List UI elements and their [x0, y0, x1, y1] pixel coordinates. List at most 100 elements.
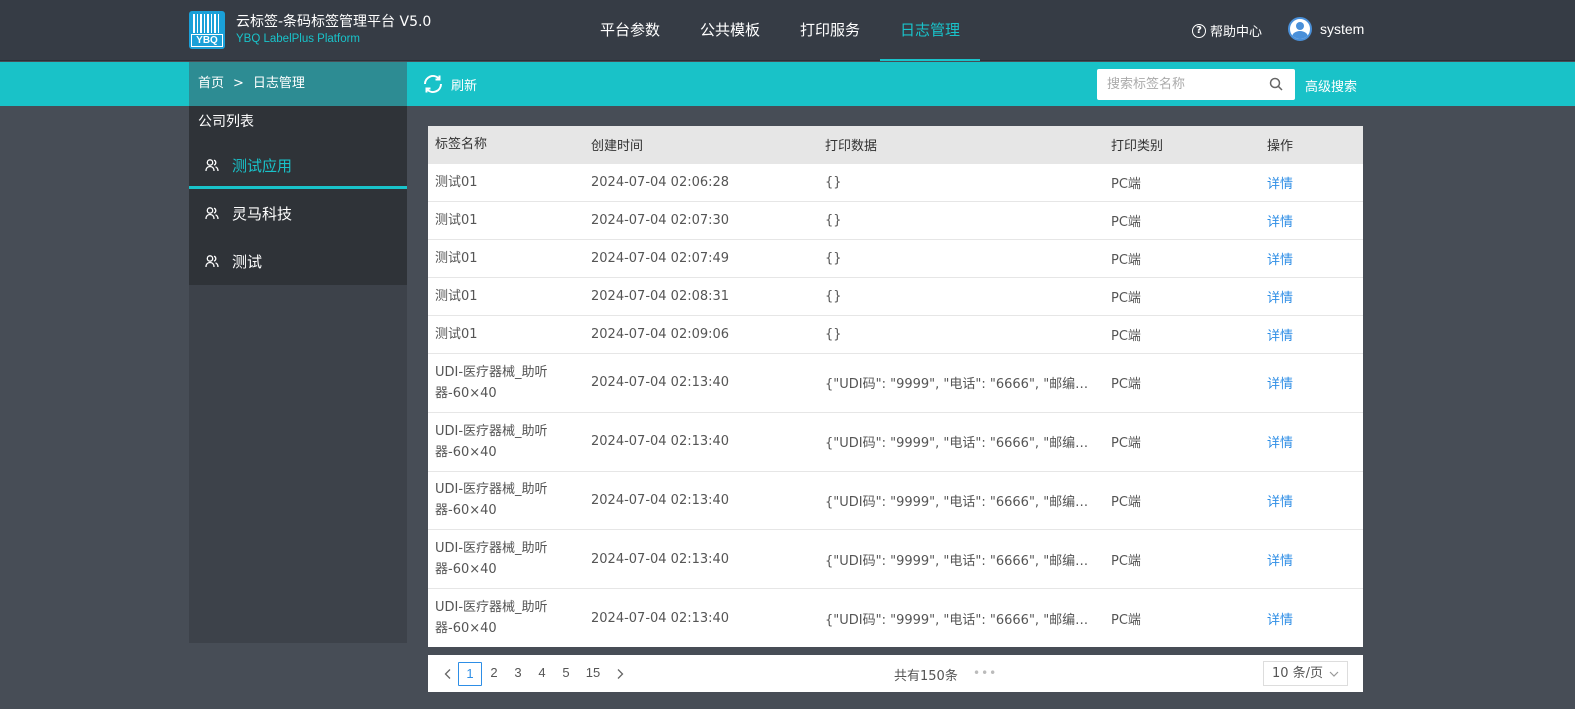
total-count: 共有150条	[894, 669, 958, 684]
users-icon	[205, 255, 219, 268]
details-link[interactable]: 详情	[1267, 291, 1293, 306]
nav-print-service[interactable]: 打印服务	[780, 0, 880, 61]
column-header-label-name: 标签名称	[435, 137, 488, 152]
cell-print-type: PC端	[1111, 377, 1141, 393]
users-icon	[205, 207, 219, 220]
cell-created-time: 2024-07-04 02:08:31	[591, 289, 730, 304]
cell-print-data: {"UDI码": "9999", "电话": "6666", "邮编": "5.…	[825, 494, 1104, 510]
cell-print-data: {"UDI码": "9999", "电话": "6666", "邮编": "5.…	[825, 436, 1104, 452]
cell-created-time: 2024-07-04 02:13:40	[591, 375, 730, 391]
page-button-15[interactable]: 15	[578, 662, 608, 686]
cell-created-time: 2024-07-04 02:13:40	[591, 610, 730, 626]
column-header-actions: 操作	[1267, 139, 1294, 154]
sidebar-item-test-app[interactable]: 测试应用	[189, 141, 407, 189]
cell-label-name: UDI-医疗器械_助听器-60×40	[435, 541, 548, 578]
username: system	[1320, 21, 1365, 37]
user-menu[interactable]: system	[1288, 17, 1364, 41]
page-button-1[interactable]: 1	[458, 661, 482, 686]
refresh-button[interactable]: 刷新	[421, 72, 477, 96]
search-box	[1097, 69, 1295, 100]
page-button-5[interactable]: 5	[554, 662, 578, 686]
company-sidebar: 公司列表 测试应用 灵马科技 测试	[189, 106, 407, 643]
prev-page-icon[interactable]	[442, 668, 454, 680]
more-pages-icon[interactable]: •••	[973, 666, 997, 680]
log-table: 标签名称 创建时间 打印数据 打印类别 操作 测试01 2024-07-04 0…	[428, 126, 1363, 647]
barcode-graphic	[193, 14, 221, 33]
cell-print-data: {}	[825, 327, 842, 342]
cell-print-type: PC端	[1111, 612, 1141, 628]
cell-created-time: 2024-07-04 02:07:49	[591, 251, 730, 266]
table-row: 测试01 2024-07-04 02:08:31 {} PC端 详情	[428, 277, 1363, 315]
column-header-print-type: 打印类别	[1111, 139, 1164, 154]
cell-label-name: UDI-医疗器械_助听器-60×40	[435, 423, 548, 460]
cell-created-time: 2024-07-04 02:13:40	[591, 492, 730, 508]
cell-print-type: PC端	[1111, 553, 1141, 569]
table-row: 测试01 2024-07-04 02:07:30 {} PC端 详情	[428, 201, 1363, 239]
page-button-2[interactable]: 2	[482, 662, 506, 686]
details-link[interactable]: 详情	[1267, 554, 1293, 569]
table-row: UDI-医疗器械_助听器-60×40 2024-07-04 02:13:40 {…	[428, 529, 1363, 588]
details-link[interactable]: 详情	[1267, 377, 1293, 392]
top-header: YBQ 云标签-条码标签管理平台 V5.0 YBQ LabelPlus Plat…	[0, 0, 1575, 61]
cell-print-data: {}	[825, 175, 842, 190]
cell-print-type: PC端	[1111, 436, 1141, 452]
table-row: UDI-医疗器械_助听器-60×40 2024-07-04 02:13:40 {…	[428, 470, 1363, 530]
page-button-4[interactable]: 4	[530, 662, 554, 686]
sidebar-item-label: 灵马科技	[232, 204, 293, 223]
cell-print-data: {}	[825, 289, 842, 304]
page-number-list: 1 2 3 4 5 15	[458, 661, 608, 686]
details-link[interactable]: 详情	[1267, 215, 1293, 230]
question-icon: ?	[1192, 23, 1206, 38]
sidebar-title: 公司列表	[189, 106, 407, 141]
details-link[interactable]: 详情	[1267, 253, 1293, 268]
sidebar-item-lingma-tech[interactable]: 灵马科技	[189, 189, 407, 237]
cell-created-time: 2024-07-04 02:06:28	[591, 175, 730, 190]
cell-print-type: PC端	[1111, 329, 1141, 344]
chevron-down-icon	[1329, 671, 1339, 677]
cell-label-name: UDI-医疗器械_助听器-60×40	[435, 600, 548, 637]
cell-label-name: 测试01	[435, 213, 478, 228]
users-icon	[205, 159, 219, 172]
cell-created-time: 2024-07-04 02:09:06	[591, 327, 730, 342]
details-link[interactable]: 详情	[1267, 495, 1293, 510]
table-row: 测试01 2024-07-04 02:07:49 {} PC端 详情	[428, 239, 1363, 277]
nav-log-management[interactable]: 日志管理	[880, 0, 980, 61]
nav-platform-params[interactable]: 平台参数	[580, 0, 680, 61]
logo-text: YBQ	[191, 34, 223, 47]
cell-print-type: PC端	[1111, 177, 1141, 192]
cell-print-data: {}	[825, 251, 842, 266]
column-header-created-time: 创建时间	[591, 139, 644, 154]
sidebar-item-test[interactable]: 测试	[189, 237, 407, 285]
table-row: UDI-医疗器械_助听器-60×40 2024-07-04 02:13:40 {…	[428, 353, 1363, 412]
logo-icon: YBQ	[189, 11, 225, 49]
avatar-icon	[1288, 17, 1312, 41]
breadcrumb-home[interactable]: 首页	[198, 62, 224, 106]
cell-created-time: 2024-07-04 02:13:40	[591, 551, 730, 567]
cell-print-type: PC端	[1111, 253, 1141, 268]
search-icon[interactable]	[1269, 77, 1283, 91]
breadcrumb-current: 日志管理	[252, 76, 305, 91]
cell-label-name: 测试01	[435, 327, 478, 342]
page-button-3[interactable]: 3	[506, 662, 530, 686]
search-input[interactable]	[1097, 69, 1257, 100]
refresh-icon	[424, 75, 442, 93]
nav-public-templates[interactable]: 公共模板	[680, 0, 780, 61]
cell-label-name: UDI-医疗器械_助听器-60×40	[435, 482, 548, 519]
breadcrumb: 首页 > 日志管理	[189, 62, 407, 106]
help-center-link[interactable]: ? 帮助中心	[1192, 21, 1262, 40]
next-page-icon[interactable]	[614, 668, 626, 680]
cell-label-name: 测试01	[435, 289, 478, 304]
details-link[interactable]: 详情	[1267, 177, 1293, 192]
cell-print-data: {}	[825, 213, 842, 228]
cell-created-time: 2024-07-04 02:07:30	[591, 213, 730, 228]
details-link[interactable]: 详情	[1267, 613, 1293, 628]
page-size-select[interactable]: 10 条/页	[1263, 661, 1348, 686]
table-row: 测试01 2024-07-04 02:06:28 {} PC端 详情	[428, 163, 1363, 201]
cell-label-name: UDI-医疗器械_助听器-60×40	[435, 364, 548, 401]
details-link[interactable]: 详情	[1267, 436, 1293, 451]
cell-label-name: 测试01	[435, 251, 478, 266]
details-link[interactable]: 详情	[1267, 329, 1293, 344]
advanced-search-link[interactable]: 高级搜索	[1305, 76, 1357, 95]
cell-print-data: {"UDI码": "9999", "电话": "6666", "邮编": "5.…	[825, 612, 1104, 628]
cell-label-name: 测试01	[435, 175, 478, 190]
